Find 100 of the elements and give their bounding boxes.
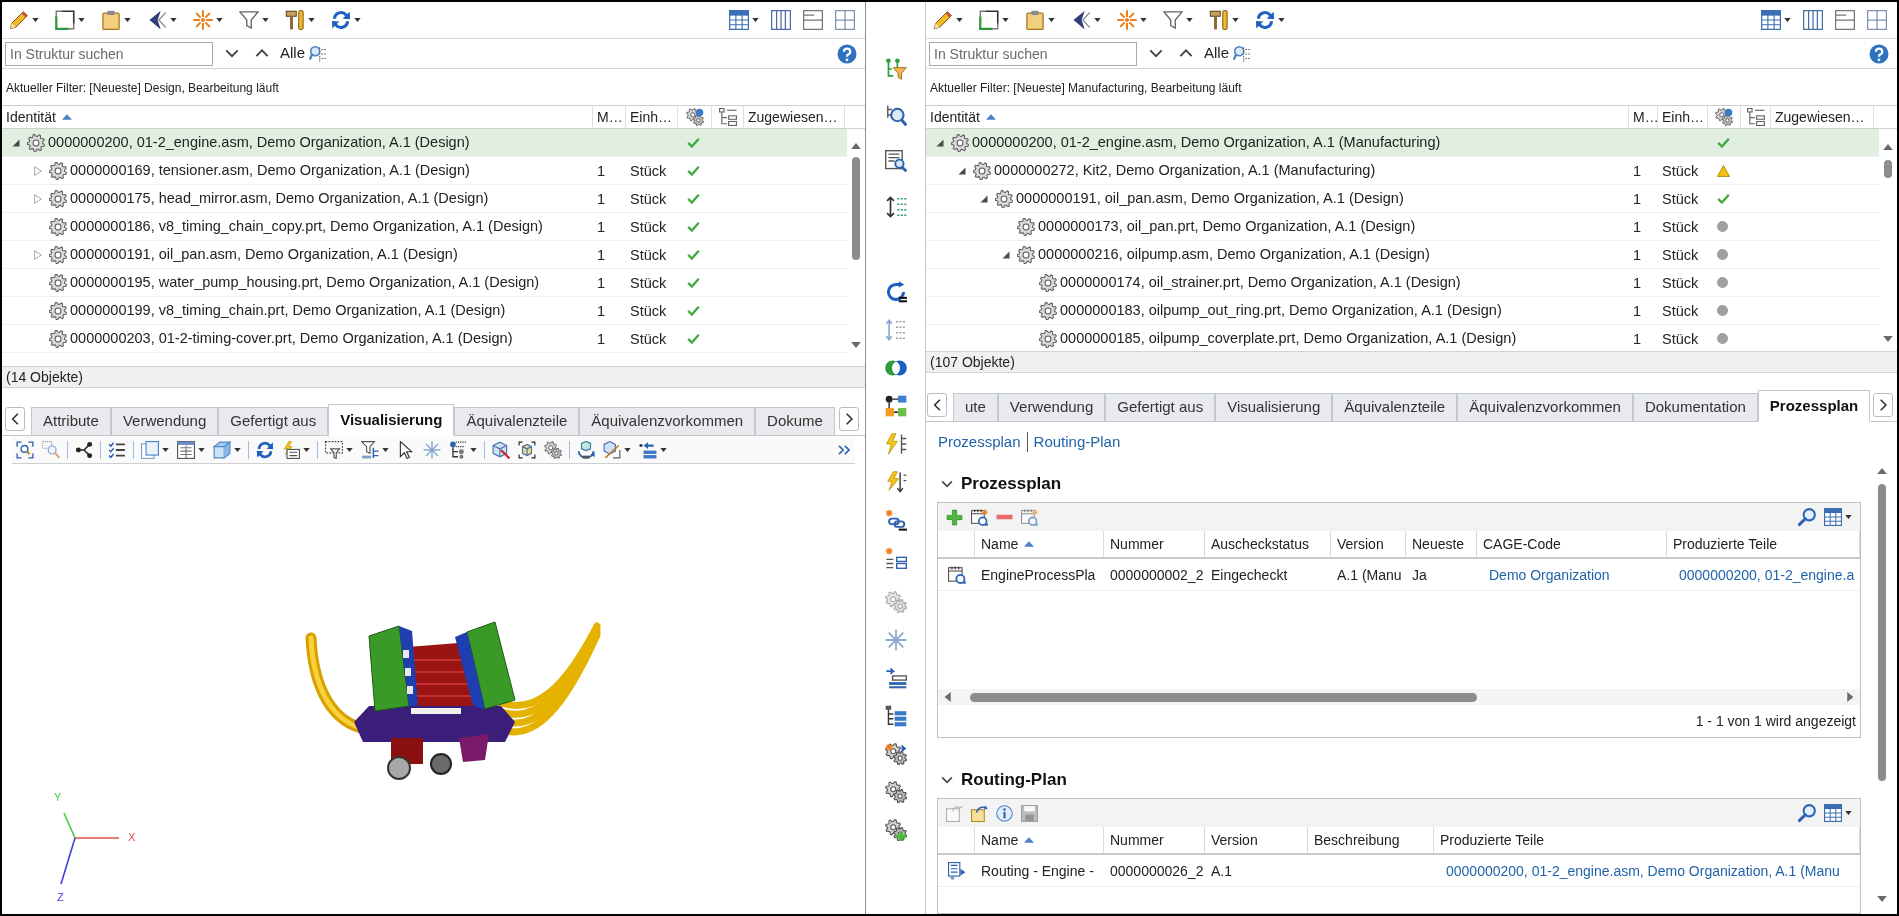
tab[interactable]: Attribute xyxy=(31,407,111,435)
column-header[interactable]: Identität xyxy=(926,106,1629,128)
column-header[interactable]: CAGE-Code xyxy=(1477,531,1667,557)
tab[interactable]: Prozessplan xyxy=(1757,390,1871,422)
column-header[interactable]: M… xyxy=(1629,106,1658,128)
caret-icon xyxy=(170,18,177,22)
column-header[interactable]: Nummer xyxy=(1104,827,1205,853)
gear-icon xyxy=(995,189,1013,208)
scrollbar-thumb[interactable] xyxy=(1884,160,1892,178)
column-header[interactable]: Name xyxy=(975,531,1104,557)
scrollbar-thumb[interactable] xyxy=(1878,484,1886,781)
column-header[interactable]: Version xyxy=(1205,827,1308,853)
funnel-icon xyxy=(239,10,259,30)
caret-icon xyxy=(1186,18,1193,22)
column-header[interactable]: Auscheckstatus xyxy=(1205,531,1331,557)
scope-link[interactable]: Alle xyxy=(1204,42,1229,65)
dashed-select-icon xyxy=(325,440,343,459)
axis-label: Y xyxy=(54,792,62,803)
column-header[interactable]: Zugewiesen… xyxy=(1771,106,1874,128)
scrollbar-thumb[interactable] xyxy=(970,692,1477,702)
column-header[interactable]: Zugewiesen… xyxy=(744,106,845,128)
tab[interactable]: Äquivalenzvorkommen xyxy=(1457,393,1633,421)
column-header[interactable]: Produzierte Teile xyxy=(1434,827,1860,853)
tab[interactable]: Visualisierung xyxy=(328,404,455,436)
quantity-text: 1 xyxy=(597,218,606,235)
triangle-down-icon[interactable] xyxy=(980,194,988,203)
scroll-left-icon xyxy=(944,692,952,702)
column-header[interactable]: Produzierte Teile xyxy=(1667,531,1860,557)
scroll-tabs-left-button[interactable] xyxy=(5,407,25,431)
scope-link[interactable]: Alle xyxy=(280,42,305,65)
tab[interactable]: Visualisierung xyxy=(1215,393,1333,421)
table-row[interactable]: Routing - Engine - 0000000026_2 A.1 0000000200, 01-2_engine.asm, Demo Organization, A.1 (Manu xyxy=(938,855,1860,887)
scroll-tabs-left-button[interactable] xyxy=(927,393,947,417)
triangle-down-icon[interactable] xyxy=(1002,250,1010,259)
help-icon[interactable] xyxy=(837,43,857,64)
tree-magnifier-icon xyxy=(884,104,907,126)
section-link[interactable]: Routing-Plan xyxy=(1033,430,1121,454)
triangle-down-icon[interactable] xyxy=(12,138,20,147)
funnel-tree-icon xyxy=(361,440,379,459)
tree-funnel-icon xyxy=(884,58,907,80)
column-header[interactable]: Version xyxy=(1331,531,1406,557)
column-header[interactable]: Nummer xyxy=(1104,531,1205,557)
column-header[interactable]: Einh… xyxy=(1658,106,1708,128)
tab[interactable]: Dokumentation xyxy=(1632,393,1758,421)
axis-label: X xyxy=(128,832,136,843)
column-header[interactable]: Name xyxy=(975,827,1104,853)
section-header[interactable]: Prozessplan xyxy=(937,471,1062,497)
gear-icon xyxy=(1017,245,1035,264)
quantity-text: 1 xyxy=(1633,246,1642,263)
table-icon xyxy=(1824,508,1842,526)
column-header[interactable]: Neueste xyxy=(1406,531,1477,557)
tab[interactable]: Äquivalenzteile xyxy=(454,407,580,435)
column-header[interactable]: Beschreibung xyxy=(1308,827,1434,853)
tab[interactable]: Gefertigt aus xyxy=(218,407,329,435)
gear-icon xyxy=(49,189,67,208)
tab[interactable]: Äquivalenzteile xyxy=(1332,393,1458,421)
quantity-text: 1 xyxy=(597,274,606,291)
scroll-down-icon xyxy=(851,342,861,348)
identity-text: 0000000200, 01-2_engine.asm, Demo Organization, A.1 (Manufacturing) xyxy=(972,132,1441,152)
tab[interactable]: Verwendung xyxy=(997,393,1106,421)
column-header[interactable]: Einh… xyxy=(626,106,678,128)
cube-frame-icon xyxy=(518,440,536,459)
tab[interactable]: Gefertigt aus xyxy=(1105,393,1216,421)
section-link[interactable]: Prozessplan xyxy=(938,430,1021,454)
table-cell: A.1 (Manu xyxy=(1337,566,1402,583)
tab[interactable]: Äquivalenzvorkommen xyxy=(579,407,756,435)
identity-text: 0000000195, water_pump_housing.prt, Demo Organization, A.1 (Design) xyxy=(70,272,540,292)
scroll-down-icon xyxy=(1877,896,1887,902)
gear-icon xyxy=(951,133,969,152)
tab[interactable]: Dokume xyxy=(755,407,835,435)
triangle-down-icon[interactable] xyxy=(958,166,966,175)
triangle-down-icon[interactable] xyxy=(936,138,944,147)
help-icon[interactable] xyxy=(1869,43,1889,64)
table-link[interactable]: 0000000200, 01-2_engine.asm, Demo Organization, A.1 (Manu xyxy=(1446,862,1840,879)
layers-arrow-icon xyxy=(639,440,657,459)
tree-row[interactable]: 0000000200, 01-2_engine.asm, Demo Organization, A.1 (Design) xyxy=(2,129,847,157)
scroll-up-icon xyxy=(1877,468,1887,474)
search-field[interactable]: In Struktur suchen xyxy=(929,41,1137,66)
chevron-down-icon xyxy=(225,49,239,58)
pager-text: 1 - 1 von 1 wird angezeigt xyxy=(1695,711,1856,731)
section-header[interactable]: Routing-Plan xyxy=(937,767,1067,793)
caret-icon xyxy=(1048,18,1055,22)
table-row[interactable]: EngineProcessPla 0000000002_2 Eingecheckt A.1 (Manu Ja Demo Organization 0000000200, 01-2_engine.a xyxy=(938,559,1860,591)
scroll-tabs-right-button[interactable] xyxy=(1873,393,1893,417)
quantity-text: 1 xyxy=(597,302,606,319)
column-header[interactable]: Identität xyxy=(2,106,593,128)
sparkle-icon xyxy=(193,10,213,30)
search-field[interactable]: In Struktur suchen xyxy=(5,41,213,66)
unit-text: Stück xyxy=(1662,330,1699,347)
scroll-tabs-right-button[interactable] xyxy=(839,407,859,431)
quantity-text: 1 xyxy=(1633,162,1642,179)
tab[interactable]: ute xyxy=(953,393,998,421)
table-link[interactable]: 0000000200, 01-2_engine.a xyxy=(1679,566,1855,583)
tree-row[interactable]: 0000000200, 01-2_engine.asm, Demo Organization, A.1 (Manufacturing) xyxy=(926,129,1879,157)
unit-text: Stück xyxy=(630,274,667,291)
sparkle-icon xyxy=(1117,10,1137,30)
column-header[interactable]: M… xyxy=(593,106,626,128)
tab[interactable]: Verwendung xyxy=(110,407,219,435)
table-link[interactable]: Demo Organization xyxy=(1489,566,1610,583)
scrollbar-thumb[interactable] xyxy=(852,157,860,260)
